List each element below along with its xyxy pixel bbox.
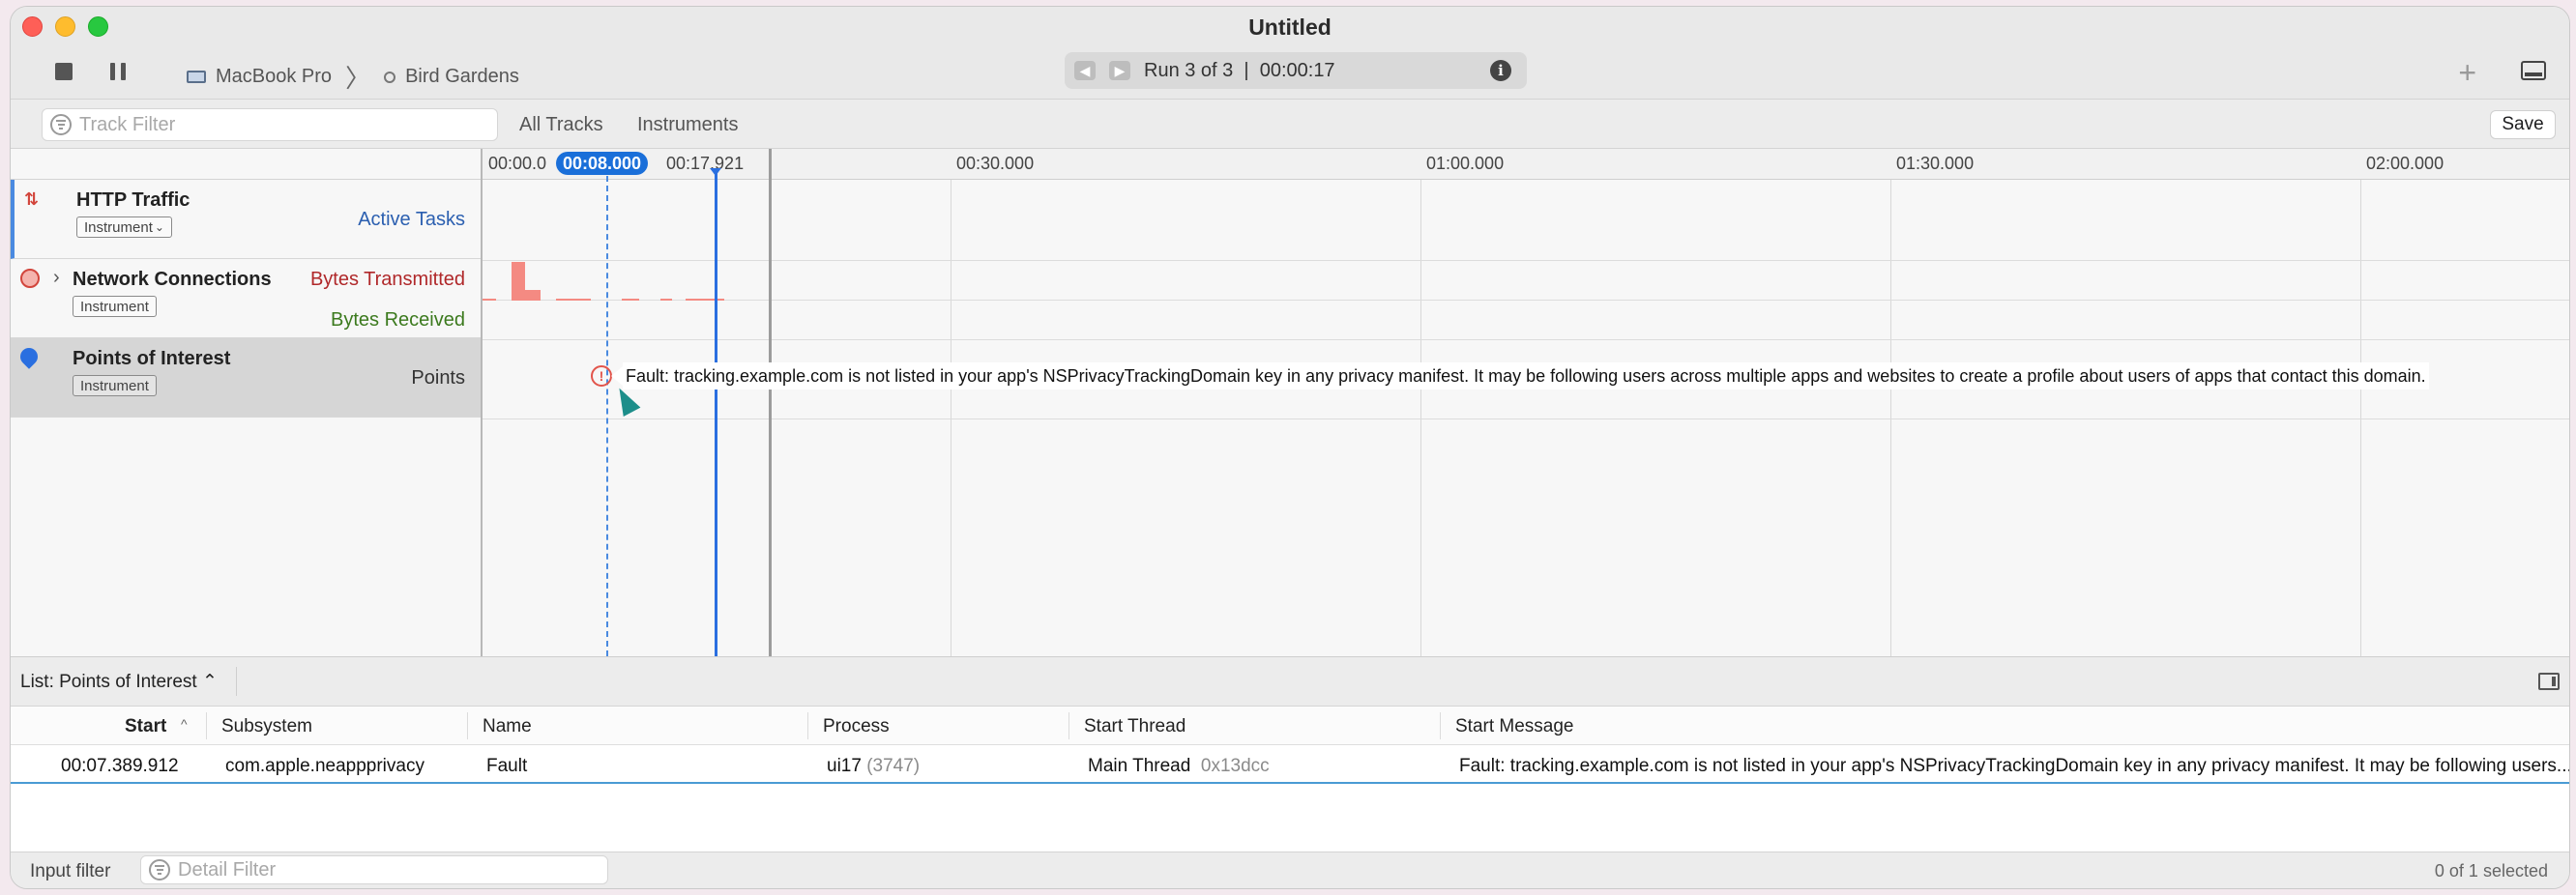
column-subsystem[interactable]: Subsystem xyxy=(221,716,312,737)
column-name[interactable]: Name xyxy=(483,716,532,737)
input-filter-label[interactable]: Input filter xyxy=(30,861,110,882)
track-http-traffic[interactable]: ⇅ HTTP Traffic Instrument ⌄ Active Tasks xyxy=(11,180,481,259)
device-name: MacBook Pro xyxy=(216,66,333,87)
next-run-button[interactable]: ▶ xyxy=(1109,61,1130,80)
info-icon[interactable]: i xyxy=(1490,60,1511,81)
toggle-sidebar-icon[interactable] xyxy=(2538,673,2560,690)
chevron-right-icon[interactable]: › xyxy=(53,267,60,289)
cell-process: ui17 (3747) xyxy=(827,756,921,776)
column-start-thread[interactable]: Start Thread xyxy=(1084,716,1186,737)
instrument-badge[interactable]: Instrument xyxy=(73,375,157,396)
instruments-window: Untitled MacBook Pro 〉 Bird Gardens ◀ ▶ … xyxy=(10,6,2570,889)
playhead-line xyxy=(606,176,608,656)
stop-recording-button[interactable] xyxy=(49,57,78,86)
track-name: Network Connections xyxy=(73,269,272,290)
detail-bytes-transmitted: Bytes Transmitted xyxy=(309,269,465,290)
track-name: Points of Interest xyxy=(73,348,231,369)
detail-active-tasks: Active Tasks xyxy=(358,209,465,230)
bytes-transmitted-bar xyxy=(525,290,541,301)
track-network-connections[interactable]: › Network Connections Instrument Bytes T… xyxy=(11,259,481,338)
track-filter-field[interactable] xyxy=(42,108,498,141)
points-table: Start ^ Subsystem Name Process Start Thr… xyxy=(11,707,2569,853)
bytes-transmitted-bar xyxy=(622,299,639,301)
bytes-transmitted-bar xyxy=(660,299,672,301)
title-bar: Untitled MacBook Pro 〉 Bird Gardens ◀ ▶ … xyxy=(11,7,2569,100)
track-filter-input[interactable] xyxy=(79,113,437,136)
detail-filter-field[interactable] xyxy=(140,855,608,884)
instrument-badge[interactable]: Instrument xyxy=(73,296,157,317)
cell-start: 00:07.389.912 xyxy=(61,756,179,776)
list-selector-dropdown[interactable]: List: Points of Interest ⌃ xyxy=(20,667,237,696)
run-status: Run 3 of 3 | 00:00:17 xyxy=(1144,59,1335,81)
previous-run-button[interactable]: ◀ xyxy=(1074,61,1096,80)
filter-icon xyxy=(50,114,72,135)
time-ruler[interactable]: 00:00.0 00:17.921 00:30.000 01:00.000 01… xyxy=(483,149,2569,180)
column-process[interactable]: Process xyxy=(823,716,890,737)
globe-icon xyxy=(20,269,40,288)
table-row[interactable]: 00:07.389.912 com.apple.neappprivacy Fau… xyxy=(11,745,2569,784)
ruler-label: 00:17.921 xyxy=(666,154,745,173)
list-bar: List: Points of Interest ⌃ xyxy=(11,656,2569,707)
laptop-icon xyxy=(187,71,206,83)
ruler-label: 00:30.000 xyxy=(956,154,1035,173)
selection-count: 0 of 1 selected xyxy=(2434,861,2548,881)
fault-tooltip: Fault: tracking.example.com is not liste… xyxy=(611,362,2429,390)
cell-start-message: Fault: tracking.example.com is not liste… xyxy=(1459,756,2570,776)
sort-ascending-icon: ^ xyxy=(181,716,188,732)
cell-subsystem: com.apple.neappprivacy xyxy=(225,756,424,776)
arrows-up-down-icon: ⇅ xyxy=(24,189,40,209)
bytes-transmitted-bar xyxy=(512,262,525,301)
bytes-transmitted-bar xyxy=(556,299,591,301)
ruler-label: 00:00.0 xyxy=(488,154,547,173)
target-breadcrumb[interactable]: MacBook Pro 〉 Bird Gardens xyxy=(187,59,519,95)
instrument-badge[interactable]: Instrument ⌄ xyxy=(76,217,172,238)
run-selector: ◀ ▶ Run 3 of 3 | 00:00:17 i xyxy=(1065,52,1527,89)
fault-point-icon[interactable]: ! xyxy=(591,365,612,387)
track-name: HTTP Traffic xyxy=(76,189,190,211)
add-instrument-button[interactable]: + xyxy=(2458,55,2476,91)
track-points-of-interest[interactable]: Points of Interest Instrument Points xyxy=(11,338,481,418)
target-name: Bird Gardens xyxy=(405,66,519,87)
window-title: Untitled xyxy=(1248,14,1332,40)
detail-filter-input[interactable] xyxy=(178,858,545,881)
detail-points: Points xyxy=(411,367,465,389)
run-end-marker[interactable] xyxy=(710,168,721,656)
cell-name: Fault xyxy=(486,756,528,776)
column-start[interactable]: Start xyxy=(125,716,166,737)
pause-icon xyxy=(110,63,115,80)
column-start-message[interactable]: Start Message xyxy=(1455,716,1574,737)
ruler-label: 01:00.000 xyxy=(1426,154,1505,173)
recording-end-line xyxy=(769,149,772,656)
chevron-right-icon: 〉 xyxy=(345,64,371,93)
track-area: ⇅ HTTP Traffic Instrument ⌄ Active Tasks … xyxy=(11,149,2569,656)
tab-instruments[interactable]: Instruments xyxy=(637,114,738,136)
target-app-icon xyxy=(384,71,396,83)
chevron-down-icon: ⌄ xyxy=(154,220,164,234)
tab-all-tracks[interactable]: All Tracks xyxy=(519,114,603,136)
track-labels-column: ⇅ HTTP Traffic Instrument ⌄ Active Tasks … xyxy=(11,149,483,656)
cell-start-thread: Main Thread 0x13dcc xyxy=(1088,756,1270,776)
bytes-transmitted-bar xyxy=(686,299,724,301)
toggle-detail-panel-icon[interactable] xyxy=(2521,61,2546,80)
bytes-transmitted-bar xyxy=(483,299,496,301)
ruler-label: 02:00.000 xyxy=(2366,154,2444,173)
playhead-time[interactable]: 00:08.000 xyxy=(556,152,649,175)
detail-bytes-received: Bytes Received xyxy=(331,309,465,331)
pause-recording-button[interactable] xyxy=(103,57,132,86)
timeline-graph[interactable]: 00:00.0 00:17.921 00:30.000 01:00.000 01… xyxy=(483,149,2569,656)
location-pin-icon xyxy=(16,344,42,369)
table-header: Start ^ Subsystem Name Process Start Thr… xyxy=(11,707,2569,745)
stop-icon xyxy=(55,63,73,80)
filter-icon xyxy=(149,859,170,881)
save-button[interactable]: Save xyxy=(2490,110,2556,139)
status-bar: Input filter 0 of 1 selected xyxy=(11,852,2569,888)
filter-bar: All Tracks Instruments Save xyxy=(11,101,2569,149)
ruler-label: 01:30.000 xyxy=(1896,154,1975,173)
